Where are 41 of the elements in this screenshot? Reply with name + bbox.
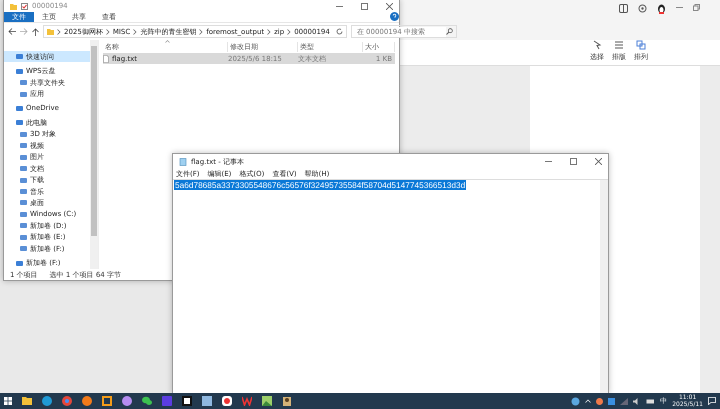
chevron-icon	[287, 28, 292, 34]
round-app-icon[interactable]	[222, 396, 232, 406]
squares-icon	[636, 40, 646, 50]
chat-bubble-icon[interactable]	[142, 396, 152, 406]
globe-icon[interactable]	[571, 396, 580, 406]
scrollbar[interactable]	[600, 180, 608, 393]
penguin-icon[interactable]	[657, 4, 666, 14]
folder-icon	[10, 2, 17, 10]
w-logo-icon[interactable]	[242, 396, 252, 406]
sort-caret-icon	[165, 40, 170, 43]
chevron-icon	[133, 28, 138, 34]
folder-icon	[47, 28, 54, 35]
panel-icon[interactable]	[619, 4, 628, 13]
lines-icon	[614, 40, 624, 50]
folder-icon[interactable]	[22, 396, 32, 406]
help-icon[interactable]	[390, 12, 399, 21]
document-text[interactable]: 5a6d78685a3373305548676c56576f32495735584f58704d5147745366513d3d	[174, 180, 466, 190]
back-arrow-icon[interactable]	[8, 28, 16, 35]
minimize-icon[interactable]	[545, 158, 552, 165]
chevron-icon	[57, 28, 61, 34]
chevron-icon	[106, 28, 110, 34]
maximize-icon[interactable]	[361, 2, 368, 10]
close-icon[interactable]	[595, 158, 602, 165]
chevron-icon	[199, 28, 204, 34]
refresh-icon[interactable]	[336, 28, 343, 35]
battery-icon[interactable]	[646, 398, 656, 404]
text-file-icon	[103, 54, 109, 62]
checklist-icon[interactable]	[21, 2, 28, 10]
restore-icon[interactable]	[693, 4, 700, 11]
figure-icon[interactable]	[282, 396, 292, 406]
start-icon[interactable]	[4, 397, 12, 405]
close-icon[interactable]	[386, 2, 393, 10]
minimize-icon[interactable]	[676, 4, 683, 11]
scrollbar[interactable]	[90, 40, 98, 269]
chevron-up-icon[interactable]	[585, 399, 592, 403]
up-arrow-icon[interactable]	[32, 28, 39, 36]
maximize-icon[interactable]	[570, 158, 577, 165]
chevron-icon	[267, 28, 272, 34]
search-icon[interactable]	[446, 28, 453, 35]
notification-icon[interactable]	[708, 397, 716, 405]
notepad-icon	[179, 158, 187, 166]
